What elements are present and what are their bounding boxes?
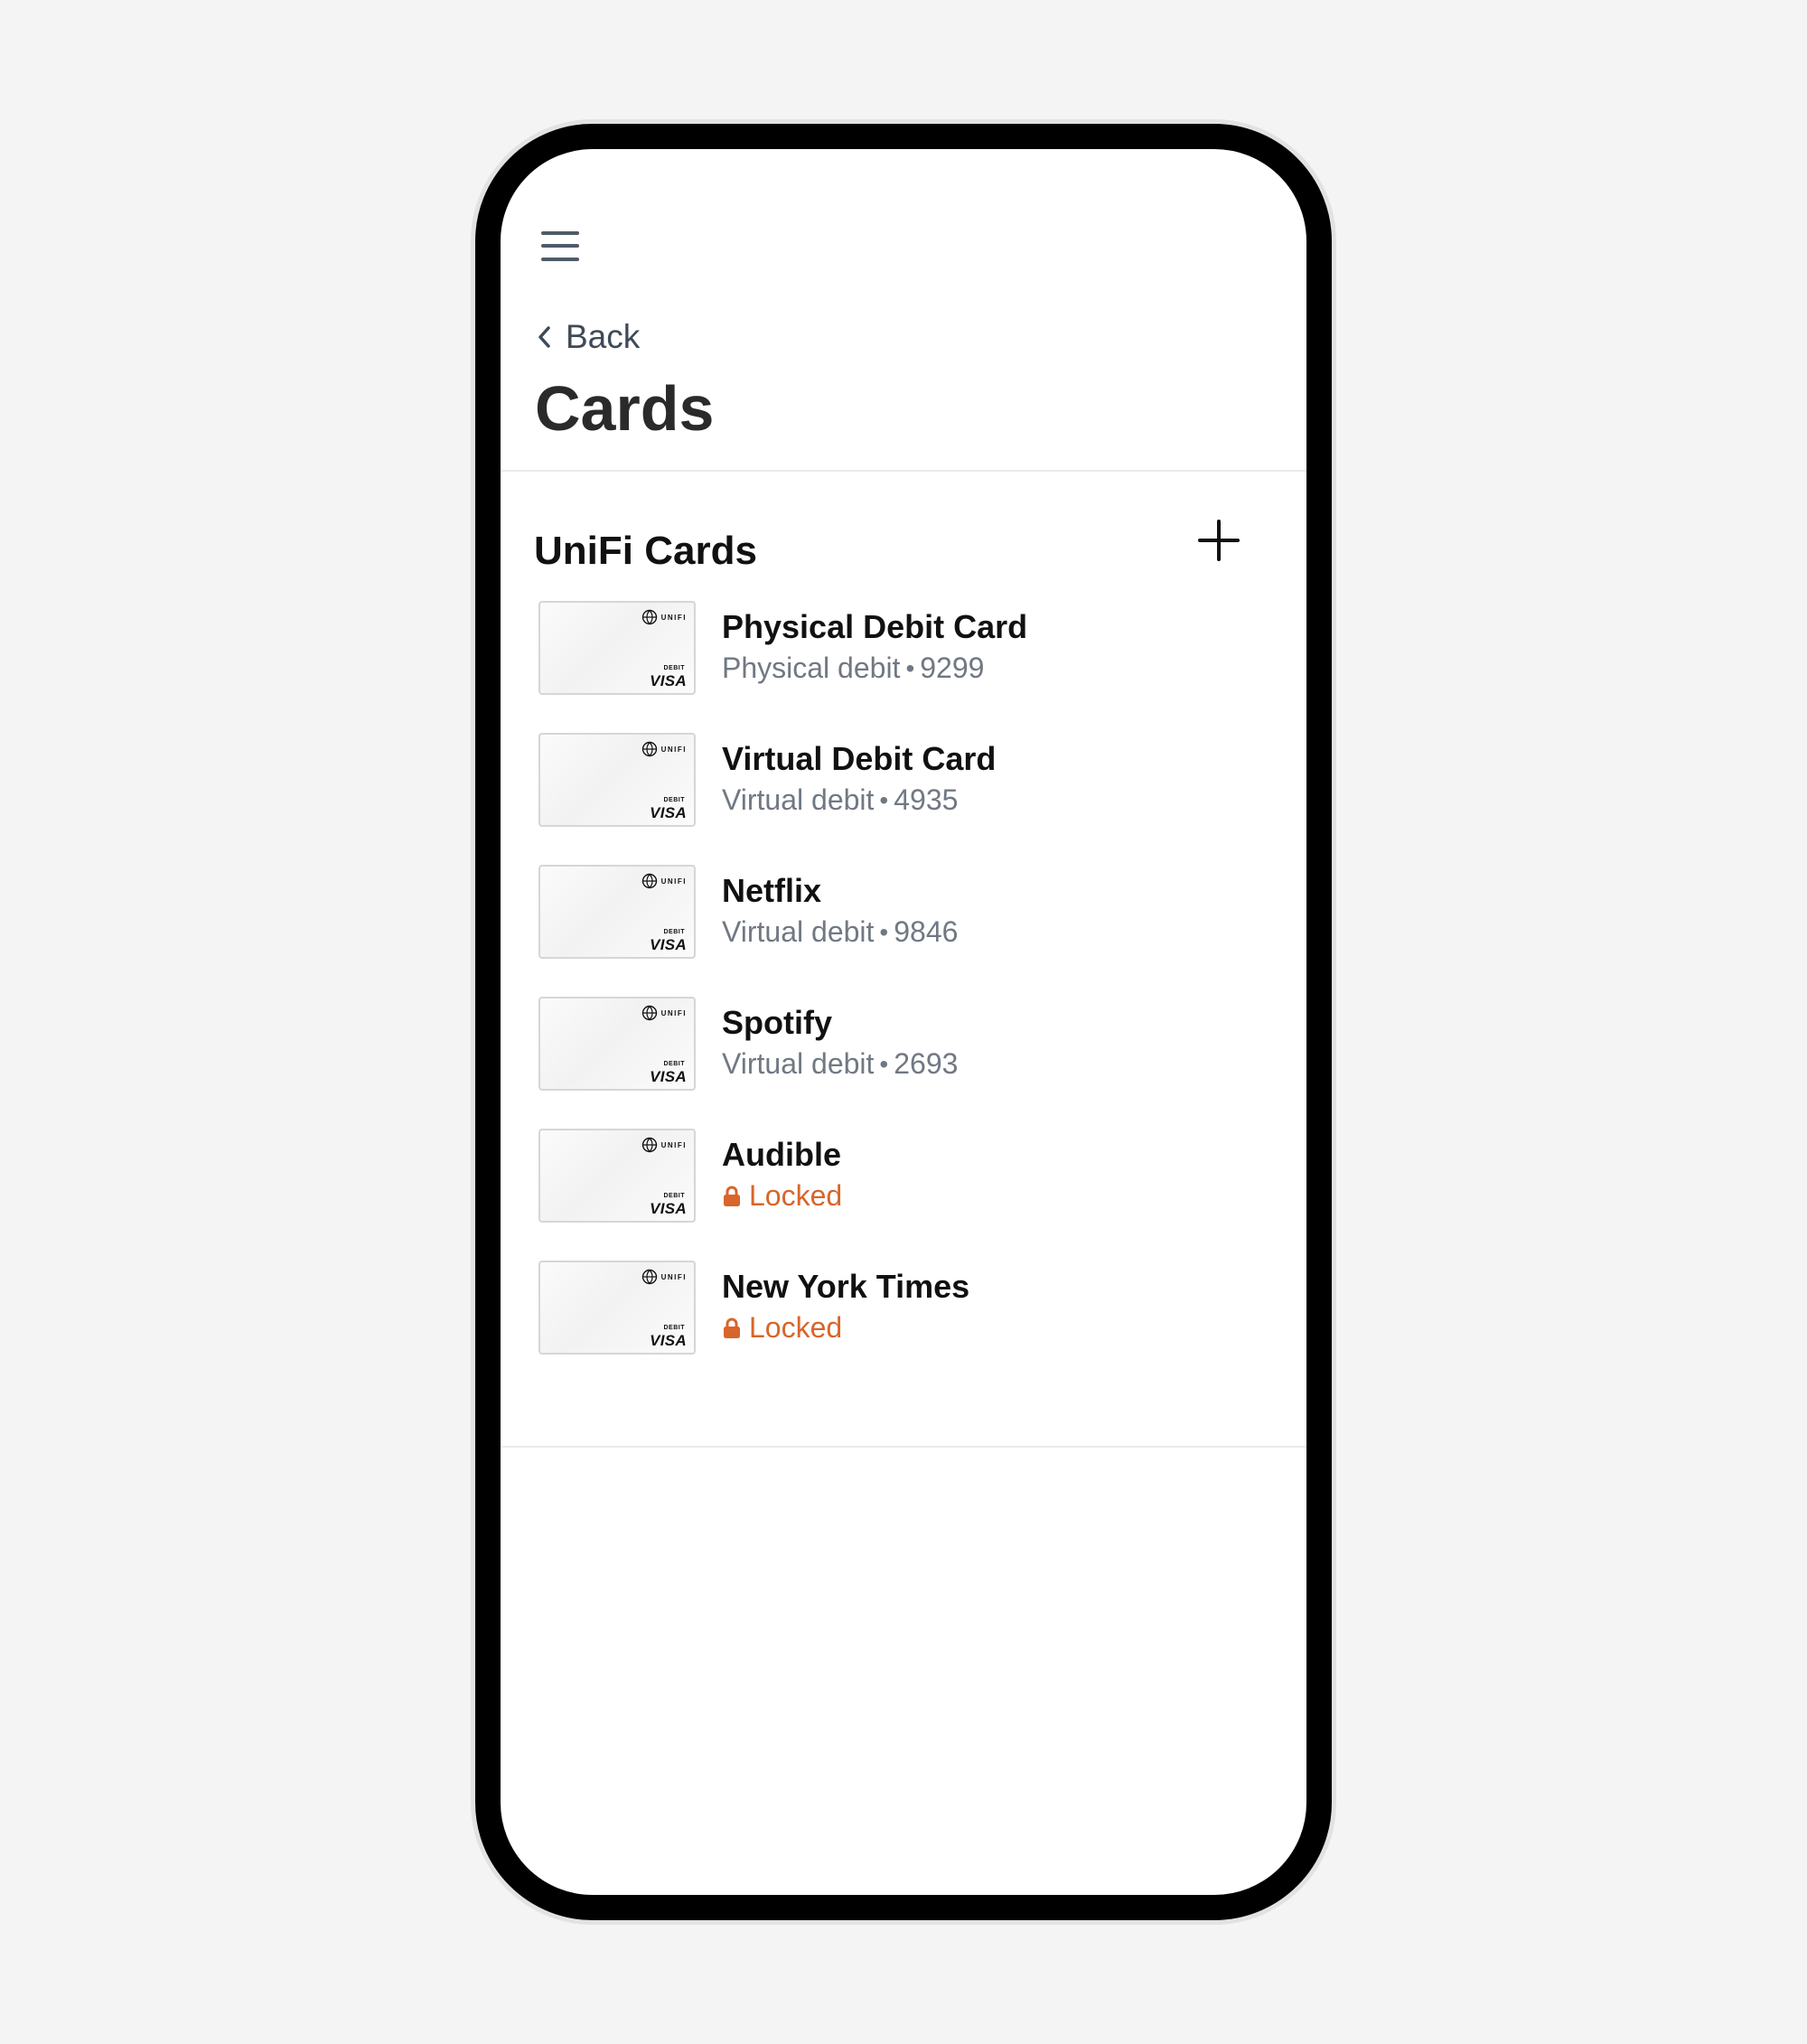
unifi-logo-icon xyxy=(641,1269,657,1285)
card-kind: Virtual debit xyxy=(722,783,875,816)
card-details: Virtual debit • 9846 xyxy=(722,915,958,949)
separator-dot: • xyxy=(905,653,915,682)
unifi-logo: UNIFI xyxy=(641,609,687,625)
card-status: Locked xyxy=(722,1311,842,1345)
card-thumbnail: UNIFI DEBIT VISA xyxy=(538,733,696,827)
section-title: UniFi Cards xyxy=(534,529,757,573)
thumb-brand: UNIFI xyxy=(660,1272,687,1281)
app-screen: Back Cards UniFi Cards UNIFI DEBIT VISA xyxy=(501,149,1306,1895)
card-last4: 9299 xyxy=(920,652,985,684)
card-name: Spotify xyxy=(722,1004,832,1041)
thumb-brand: UNIFI xyxy=(660,745,687,754)
thumb-brand: UNIFI xyxy=(660,877,687,886)
card-list-item[interactable]: UNIFI DEBIT VISA Spotify Virtual debit •… xyxy=(538,997,1279,1129)
card-name: New York Times xyxy=(722,1268,970,1305)
back-label: Back xyxy=(566,318,641,355)
add-card-button[interactable] xyxy=(1196,518,1241,563)
header-divider xyxy=(501,470,1306,472)
visa-logo: VISA xyxy=(650,936,687,953)
thumb-debit-label: DEBIT xyxy=(663,929,685,935)
card-status-label: Locked xyxy=(749,1179,843,1212)
card-last4: 2693 xyxy=(894,1047,959,1080)
lock-icon xyxy=(724,1317,740,1338)
card-details: Virtual debit • 2693 xyxy=(722,1047,958,1081)
unifi-logo-icon xyxy=(641,741,657,757)
card-list: UNIFI DEBIT VISA Physical Debit Card Phy… xyxy=(538,601,1279,1392)
separator-dot: • xyxy=(879,785,889,814)
plus-icon xyxy=(1198,520,1240,561)
unifi-logo: UNIFI xyxy=(641,1269,687,1285)
card-kind: Virtual debit xyxy=(722,1047,875,1080)
card-list-item[interactable]: UNIFI DEBIT VISA Virtual Debit Card Virt… xyxy=(538,733,1279,865)
card-name: Physical Debit Card xyxy=(722,608,1028,645)
card-thumbnail: UNIFI DEBIT VISA xyxy=(538,997,696,1091)
thumb-debit-label: DEBIT xyxy=(663,665,685,671)
chevron-left-icon xyxy=(537,315,562,359)
unifi-logo-icon xyxy=(641,873,657,889)
thumb-debit-label: DEBIT xyxy=(663,1193,685,1199)
visa-logo: VISA xyxy=(650,1068,687,1085)
visa-logo: VISA xyxy=(650,1200,687,1217)
card-list-item[interactable]: UNIFI DEBIT VISA Audible Locked xyxy=(538,1129,1279,1261)
card-name: Netflix xyxy=(722,872,822,909)
visa-logo: VISA xyxy=(650,672,687,689)
card-thumbnail: UNIFI DEBIT VISA xyxy=(538,601,696,695)
separator-dot: • xyxy=(879,1049,889,1078)
card-details: Physical debit • 9299 xyxy=(722,652,984,685)
card-kind: Virtual debit xyxy=(722,915,875,948)
card-status: Locked xyxy=(722,1179,842,1213)
card-list-item[interactable]: UNIFI DEBIT VISA New York Times Locked xyxy=(538,1261,1279,1392)
card-list-item[interactable]: UNIFI DEBIT VISA Physical Debit Card Phy… xyxy=(538,601,1279,733)
card-kind: Physical debit xyxy=(722,652,901,684)
unifi-logo: UNIFI xyxy=(641,1005,687,1021)
lock-icon xyxy=(724,1186,740,1206)
unifi-logo-icon xyxy=(641,609,657,625)
visa-logo: VISA xyxy=(650,1332,687,1349)
card-last4: 4935 xyxy=(894,783,959,816)
card-thumbnail: UNIFI DEBIT VISA xyxy=(538,865,696,959)
section-divider xyxy=(501,1446,1306,1448)
unifi-logo-icon xyxy=(641,1137,657,1153)
card-last4: 9846 xyxy=(894,915,959,948)
back-button[interactable]: Back xyxy=(537,315,640,359)
unifi-logo: UNIFI xyxy=(641,873,687,889)
thumb-debit-label: DEBIT xyxy=(663,1325,685,1331)
thumb-brand: UNIFI xyxy=(660,1140,687,1149)
separator-dot: • xyxy=(879,917,889,946)
unifi-logo: UNIFI xyxy=(641,1137,687,1153)
thumb-brand: UNIFI xyxy=(660,1008,687,1017)
thumb-debit-label: DEBIT xyxy=(663,1061,685,1067)
unifi-logo: UNIFI xyxy=(641,741,687,757)
thumb-debit-label: DEBIT xyxy=(663,797,685,803)
unifi-logo-icon xyxy=(641,1005,657,1021)
phone-frame: Back Cards UniFi Cards UNIFI DEBIT VISA xyxy=(475,124,1332,1920)
card-name: Audible xyxy=(722,1136,841,1173)
card-thumbnail: UNIFI DEBIT VISA xyxy=(538,1261,696,1355)
card-details: Virtual debit • 4935 xyxy=(722,783,958,817)
thumb-brand: UNIFI xyxy=(660,613,687,622)
card-thumbnail: UNIFI DEBIT VISA xyxy=(538,1129,696,1223)
visa-logo: VISA xyxy=(650,804,687,821)
card-list-item[interactable]: UNIFI DEBIT VISA Netflix Virtual debit •… xyxy=(538,865,1279,997)
hamburger-menu-icon[interactable] xyxy=(541,230,579,263)
card-status-label: Locked xyxy=(749,1311,843,1344)
page-title: Cards xyxy=(535,373,715,444)
card-name: Virtual Debit Card xyxy=(722,740,997,777)
